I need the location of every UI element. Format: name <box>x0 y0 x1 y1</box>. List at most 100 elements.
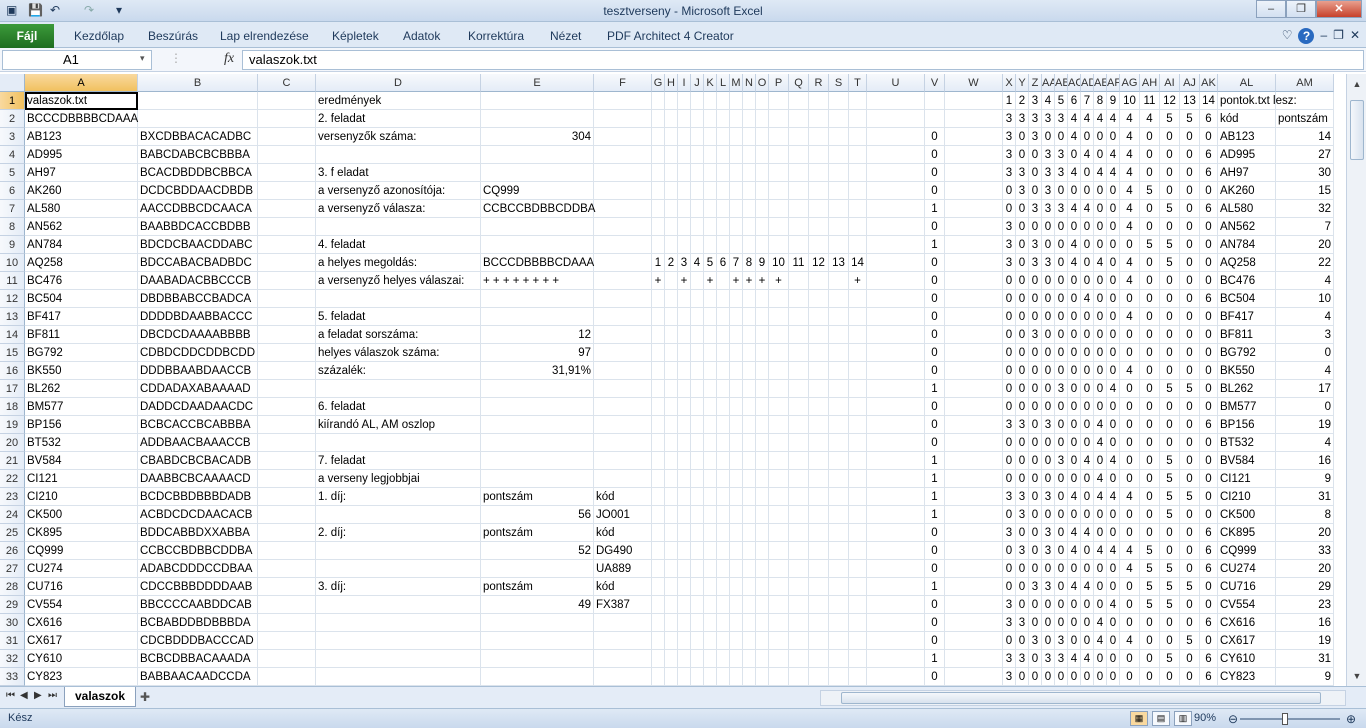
cell-a23[interactable]: CI210 <box>25 488 138 506</box>
cell-ai20[interactable]: 0 <box>1160 434 1180 452</box>
cell-y25[interactable]: 0 <box>1016 524 1029 542</box>
cell-ai23[interactable]: 5 <box>1160 488 1180 506</box>
cell-l30[interactable] <box>717 614 730 632</box>
cell-v17[interactable]: 1 <box>925 380 945 398</box>
cell-z6[interactable]: 0 <box>1029 182 1042 200</box>
cell-ad31[interactable]: 0 <box>1081 632 1094 650</box>
cell-ab29[interactable]: 0 <box>1055 596 1068 614</box>
cell-s30[interactable] <box>829 614 849 632</box>
cell-r15[interactable] <box>809 344 829 362</box>
cell-k4[interactable] <box>704 146 717 164</box>
cell-aj28[interactable]: 5 <box>1180 578 1200 596</box>
row-header[interactable]: 33 <box>0 668 25 686</box>
cell-ae32[interactable]: 0 <box>1094 650 1107 668</box>
cell-ah4[interactable]: 0 <box>1140 146 1160 164</box>
cell-ad2[interactable]: 4 <box>1081 110 1094 128</box>
cell-i28[interactable] <box>678 578 691 596</box>
cell-m11[interactable]: + <box>730 272 743 290</box>
column-header-ai[interactable]: AI <box>1160 74 1180 92</box>
cell-l12[interactable] <box>717 290 730 308</box>
cell-u6[interactable] <box>867 182 925 200</box>
cell-ad18[interactable]: 0 <box>1081 398 1094 416</box>
cell-m1[interactable] <box>730 92 743 110</box>
cell-n21[interactable] <box>743 452 756 470</box>
cell-al4[interactable]: AD995 <box>1218 146 1276 164</box>
cell-ai30[interactable]: 0 <box>1160 614 1180 632</box>
cell-af9[interactable]: 0 <box>1107 236 1120 254</box>
cell-aa28[interactable]: 3 <box>1042 578 1055 596</box>
cell-w19[interactable] <box>945 416 1003 434</box>
cell-ah32[interactable]: 0 <box>1140 650 1160 668</box>
cell-s27[interactable] <box>829 560 849 578</box>
cell-am2[interactable]: pontszám <box>1276 110 1334 128</box>
cell-ai22[interactable]: 5 <box>1160 470 1180 488</box>
cell-n17[interactable] <box>743 380 756 398</box>
cell-z2[interactable]: 3 <box>1029 110 1042 128</box>
column-header-ab[interactable]: AB <box>1055 74 1068 92</box>
cell-e16[interactable]: 31,91% <box>481 362 594 380</box>
cell-ai7[interactable]: 5 <box>1160 200 1180 218</box>
cell-i11[interactable]: + <box>678 272 691 290</box>
row-header[interactable]: 12 <box>0 290 25 308</box>
cell-ac8[interactable]: 0 <box>1068 218 1081 236</box>
cell-z4[interactable]: 0 <box>1029 146 1042 164</box>
cell-e26[interactable]: 52 <box>481 542 594 560</box>
cell-am19[interactable]: 19 <box>1276 416 1334 434</box>
cell-u26[interactable] <box>867 542 925 560</box>
cell-aj17[interactable]: 5 <box>1180 380 1200 398</box>
cell-o8[interactable] <box>756 218 769 236</box>
cell-p26[interactable] <box>769 542 789 560</box>
cell-h28[interactable] <box>665 578 678 596</box>
cell-g17[interactable] <box>652 380 665 398</box>
cell-b6[interactable]: DCDCBDDAACDBDB <box>138 182 258 200</box>
cell-h8[interactable] <box>665 218 678 236</box>
cell-al12[interactable]: BC504 <box>1218 290 1276 308</box>
cell-ak2[interactable]: 6 <box>1200 110 1218 128</box>
cell-x24[interactable]: 0 <box>1003 506 1016 524</box>
cell-ac26[interactable]: 4 <box>1068 542 1081 560</box>
row-header[interactable]: 15 <box>0 344 25 362</box>
cell-k16[interactable] <box>704 362 717 380</box>
cell-aa16[interactable]: 0 <box>1042 362 1055 380</box>
cell-k6[interactable] <box>704 182 717 200</box>
cell-y30[interactable]: 3 <box>1016 614 1029 632</box>
cell-b29[interactable]: BBCCCCAABDDCAB <box>138 596 258 614</box>
cell-ac11[interactable]: 0 <box>1068 272 1081 290</box>
cell-p14[interactable] <box>769 326 789 344</box>
cell-ad29[interactable]: 0 <box>1081 596 1094 614</box>
cell-p11[interactable]: + <box>769 272 789 290</box>
cell-af30[interactable]: 0 <box>1107 614 1120 632</box>
row-header[interactable]: 29 <box>0 596 25 614</box>
cell-d30[interactable] <box>316 614 481 632</box>
insert-function-icon[interactable]: fx <box>224 51 234 67</box>
cell-ab24[interactable]: 0 <box>1055 506 1068 524</box>
cell-ac20[interactable]: 0 <box>1068 434 1081 452</box>
column-header-aa[interactable]: AA <box>1042 74 1055 92</box>
cell-f32[interactable] <box>594 650 652 668</box>
cell-w30[interactable] <box>945 614 1003 632</box>
cell-q17[interactable] <box>789 380 809 398</box>
cell-ak4[interactable]: 6 <box>1200 146 1218 164</box>
cell-u1[interactable] <box>867 92 925 110</box>
cell-am26[interactable]: 33 <box>1276 542 1334 560</box>
cell-i15[interactable] <box>678 344 691 362</box>
cell-r10[interactable]: 12 <box>809 254 829 272</box>
cell-s31[interactable] <box>829 632 849 650</box>
cell-am30[interactable]: 16 <box>1276 614 1334 632</box>
cell-al18[interactable]: BM577 <box>1218 398 1276 416</box>
cell-ae27[interactable]: 0 <box>1094 560 1107 578</box>
cell-x22[interactable]: 0 <box>1003 470 1016 488</box>
cell-ag33[interactable]: 0 <box>1120 668 1140 686</box>
cell-m18[interactable] <box>730 398 743 416</box>
cell-ae7[interactable]: 0 <box>1094 200 1107 218</box>
cell-y31[interactable]: 0 <box>1016 632 1029 650</box>
cell-v22[interactable]: 1 <box>925 470 945 488</box>
cell-af31[interactable]: 0 <box>1107 632 1120 650</box>
cell-r24[interactable] <box>809 506 829 524</box>
cell-ad28[interactable]: 4 <box>1081 578 1094 596</box>
cell-ai25[interactable]: 0 <box>1160 524 1180 542</box>
cell-a6[interactable]: AK260 <box>25 182 138 200</box>
horizontal-scroll-thumb[interactable] <box>841 692 1321 704</box>
cell-ac10[interactable]: 4 <box>1068 254 1081 272</box>
cell-ai1[interactable]: 12 <box>1160 92 1180 110</box>
